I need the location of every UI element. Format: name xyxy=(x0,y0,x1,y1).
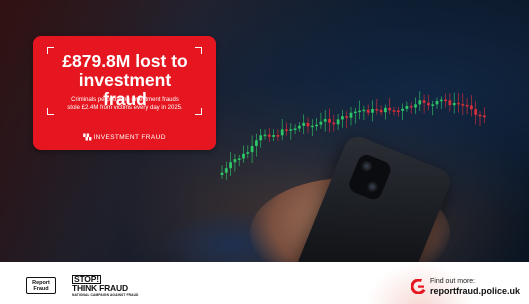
candle-body xyxy=(392,110,396,112)
candle-body xyxy=(461,104,465,106)
stripe-mark-icon: ▚▚ xyxy=(83,135,91,141)
candle-body xyxy=(315,124,318,127)
cta-url-link[interactable]: reportfraud.police.uk xyxy=(430,286,520,296)
candle-body xyxy=(323,119,327,122)
card-category: ▚▚ INVESTMENT FRAUD xyxy=(33,134,216,141)
candle-body xyxy=(478,114,482,117)
candle-body xyxy=(224,168,228,173)
candle-body xyxy=(448,100,452,106)
report-fraud-logo-icon xyxy=(411,279,426,294)
candle-body xyxy=(310,125,314,128)
subtext-line-2: stole £2.4M from victims every day in 20… xyxy=(67,104,183,111)
candle-body xyxy=(482,115,486,118)
candle-body xyxy=(362,109,366,112)
stop-think-fraud-line-2: THINK FRAUD xyxy=(72,283,128,293)
stop-think-fraud-tagline: NATIONAL CAMPAIGN AGAINST FRAUD xyxy=(72,292,139,297)
candle-body xyxy=(345,116,349,118)
candle-body xyxy=(353,111,357,114)
candle-body xyxy=(298,125,301,129)
candle-body xyxy=(379,109,383,113)
candle-body xyxy=(375,108,379,111)
candle-body xyxy=(431,104,435,106)
candle-body xyxy=(366,109,370,113)
candle-body xyxy=(341,116,344,120)
candle-body xyxy=(250,145,254,153)
candle-body xyxy=(439,99,443,102)
candle-body xyxy=(233,159,237,163)
candle-body xyxy=(418,100,422,105)
cta-label: Find out more: xyxy=(430,278,476,285)
candle-body xyxy=(293,128,297,131)
candle-body xyxy=(302,122,306,126)
candle-body xyxy=(332,122,336,125)
candle-body xyxy=(470,105,473,110)
candle-body xyxy=(272,135,275,137)
candle-body xyxy=(319,121,323,125)
candle-body xyxy=(414,104,417,108)
candle-body xyxy=(427,102,430,106)
candle-body xyxy=(280,129,284,136)
candle-body xyxy=(289,129,293,131)
candle-body xyxy=(388,107,392,111)
candle-body xyxy=(465,104,469,107)
phone-camera-icon xyxy=(346,152,394,203)
hero-image: £879.8M lost to investment fraud Crimina… xyxy=(0,0,529,262)
candle-body xyxy=(474,109,478,115)
stop-think-fraud-logo: STOP! THINK FRAUD NATIONAL CAMPAIGN AGAI… xyxy=(72,275,146,297)
candle-body xyxy=(384,107,387,113)
candle-body xyxy=(444,99,447,102)
candle-body xyxy=(435,101,439,105)
subtext: Criminals perpetrating investment frauds… xyxy=(59,97,191,112)
candle-body xyxy=(259,135,263,141)
candle-body xyxy=(285,129,288,131)
candle-body xyxy=(220,172,224,175)
candle-body xyxy=(263,134,267,137)
candle-body xyxy=(401,108,404,111)
candle-body xyxy=(358,110,361,113)
candle-body xyxy=(246,152,250,154)
report-fraud-logo-line-2: Fraud xyxy=(33,286,49,292)
candle-body xyxy=(276,135,280,137)
candle-body xyxy=(422,100,426,103)
candle-body xyxy=(371,108,374,113)
candle-body xyxy=(405,105,409,109)
card-frame: £879.8M lost to investment fraud Crimina… xyxy=(47,47,202,115)
report-fraud-logo: Report Fraud xyxy=(26,277,56,294)
card-category-label: INVESTMENT FRAUD xyxy=(93,134,166,141)
candle-body xyxy=(237,158,241,160)
candle-body xyxy=(255,140,258,146)
candle-body xyxy=(306,122,310,127)
candle-body xyxy=(396,110,400,113)
stat-card: £879.8M lost to investment fraud Crimina… xyxy=(33,36,216,150)
candle-body xyxy=(452,102,456,106)
candle-body xyxy=(328,119,331,123)
candle-body xyxy=(457,102,460,105)
candle-body xyxy=(409,105,413,108)
candle-body xyxy=(229,162,232,169)
subtext-line-1: Criminals perpetrating investment frauds xyxy=(71,97,179,103)
candle-body xyxy=(349,112,353,118)
candle-body xyxy=(267,134,271,137)
headline-line-1: £879.8M lost to xyxy=(62,51,188,71)
candle-body xyxy=(242,153,245,159)
candle-body xyxy=(336,119,340,125)
